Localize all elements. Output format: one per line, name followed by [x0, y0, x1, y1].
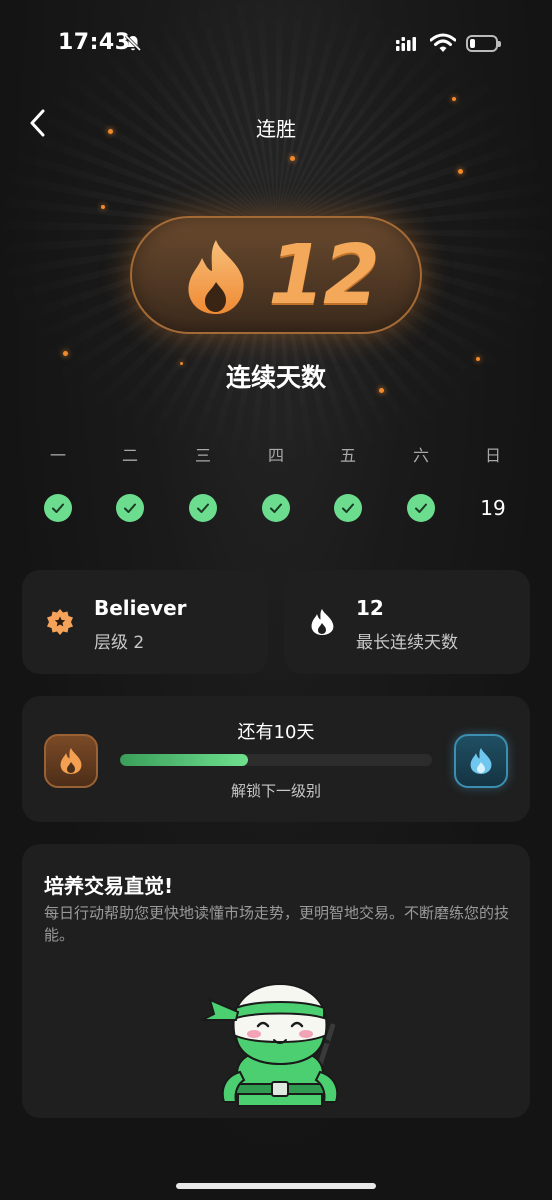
best-streak-label: 最长连续天数 [356, 633, 458, 653]
spark [458, 169, 463, 174]
check-icon [407, 494, 435, 522]
flame-icon [60, 748, 82, 774]
day-sat: 六 [385, 444, 457, 522]
wifi-icon [430, 33, 456, 52]
day-date: 19 [480, 496, 506, 520]
signal-icon [396, 37, 416, 51]
spark [290, 156, 295, 161]
progress-bar [120, 754, 432, 766]
spark [101, 205, 105, 209]
day-sun: 日 19 [457, 444, 529, 522]
progress-fill [120, 754, 248, 766]
home-indicator[interactable] [176, 1183, 376, 1189]
bell-muted-icon [124, 34, 142, 52]
level-card[interactable]: Believer 层级 2 [22, 570, 268, 674]
best-streak-card[interactable]: 12 最长连续天数 [284, 570, 530, 674]
day-wed: 三 [167, 444, 239, 522]
status-time: 17:43 [58, 30, 131, 55]
next-level-badge [454, 734, 508, 788]
day-label: 六 [412, 446, 429, 465]
check-icon [334, 494, 362, 522]
promo-card: 培养交易直觉! 每日行动帮助您更快地读懂市场走势，更明智地交易。不断磨练您的技能… [22, 844, 530, 1118]
spark [63, 351, 68, 356]
day-tue: 二 [94, 444, 166, 522]
streak-screen: 17:43 连胜 12 连续天数 一 二 三 四 五 六 日 19 Believ… [0, 0, 552, 1200]
day-label: 日 [484, 446, 501, 465]
day-mon: 一 [22, 444, 94, 522]
check-icon [189, 494, 217, 522]
check-icon [116, 494, 144, 522]
day-label: 二 [121, 446, 138, 465]
streak-count: 12 [268, 228, 380, 323]
promo-title: 培养交易直觉! [44, 874, 174, 898]
progress-card: 还有10天 解锁下一级别 [22, 696, 530, 822]
flame-icon [311, 609, 334, 635]
check-icon [44, 494, 72, 522]
level-name: Believer [94, 596, 187, 620]
promo-text: 每日行动帮助您更快地读懂市场走势，更明智地交易。不断磨练您的技能。 [44, 904, 510, 944]
flame-icon [470, 748, 492, 774]
best-streak-value: 12 [356, 596, 384, 620]
battery-icon [466, 35, 501, 52]
check-icon [262, 494, 290, 522]
flame-icon [188, 240, 244, 314]
day-label: 三 [194, 446, 211, 465]
ninja-mascot-illustration [201, 982, 339, 1107]
days-remaining: 还有10天 [237, 722, 315, 743]
badge-star-icon [47, 609, 73, 635]
day-label: 一 [49, 446, 66, 465]
streak-badge: 12 [130, 216, 422, 334]
day-fri: 五 [312, 444, 384, 522]
level-tier: 层级 2 [94, 633, 145, 653]
streak-label: 连续天数 [225, 363, 326, 392]
day-label: 五 [339, 446, 356, 465]
unlock-label: 解锁下一级别 [230, 782, 321, 800]
day-label: 四 [267, 446, 284, 465]
page-title: 连胜 [256, 117, 296, 141]
spark [452, 97, 456, 101]
day-thu: 四 [240, 444, 312, 522]
